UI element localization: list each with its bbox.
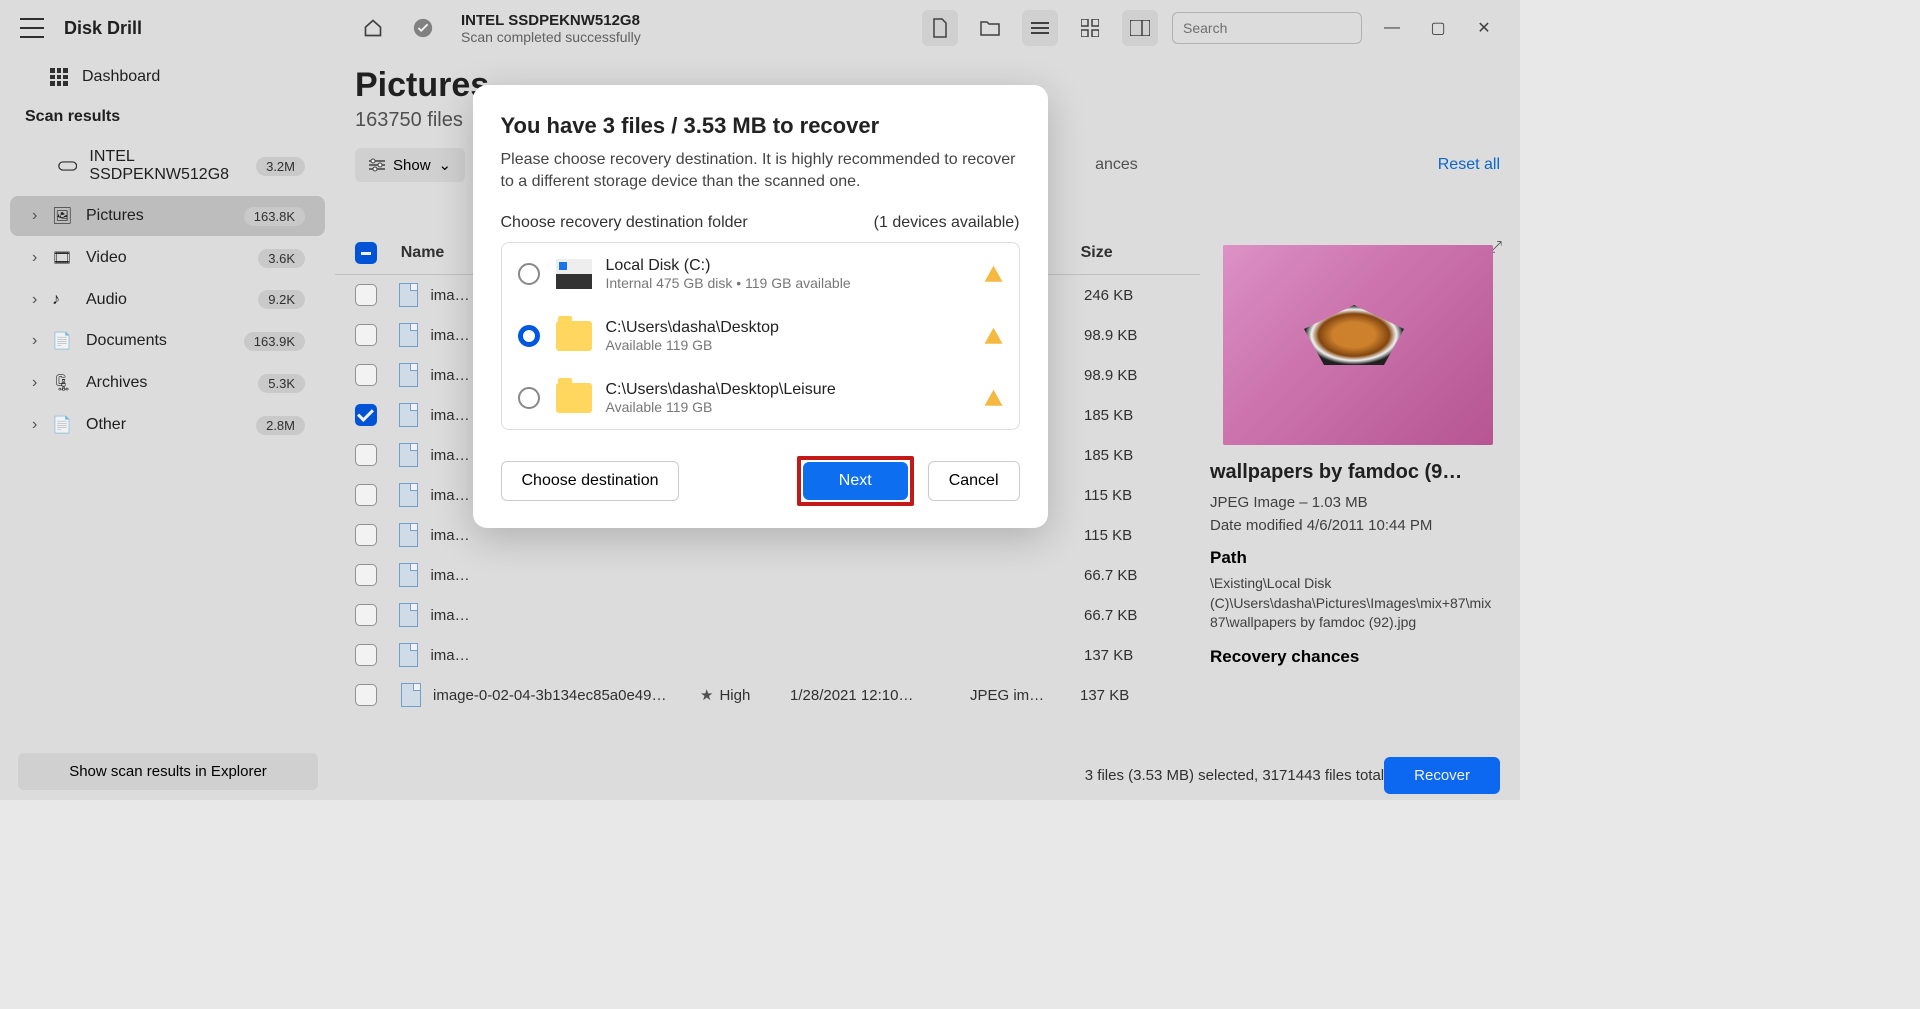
- dest-name: C:\Users\dasha\Desktop: [606, 319, 985, 337]
- folder-icon: [556, 383, 592, 413]
- modal-description: Please choose recovery destination. It i…: [501, 149, 1020, 194]
- radio-button[interactable]: [518, 387, 540, 409]
- radio-button[interactable]: [518, 325, 540, 347]
- modal-footer: Choose destination Next Cancel: [501, 456, 1020, 506]
- next-highlight: Next: [797, 456, 914, 506]
- choose-destination-button[interactable]: Choose destination: [501, 461, 680, 501]
- modal-subtitle-right: (1 devices available): [874, 214, 1020, 232]
- modal-title: You have 3 files / 3.53 MB to recover: [501, 113, 1020, 139]
- dest-detail: Available 119 GB: [606, 399, 985, 415]
- warning-icon: [985, 390, 1003, 406]
- dest-detail: Available 119 GB: [606, 337, 985, 353]
- folder-icon: [556, 321, 592, 351]
- radio-button[interactable]: [518, 263, 540, 285]
- recovery-destination-modal: You have 3 files / 3.53 MB to recover Pl…: [473, 85, 1048, 528]
- destination-list: Local Disk (C:) Internal 475 GB disk • 1…: [501, 242, 1020, 430]
- modal-backdrop: You have 3 files / 3.53 MB to recover Pl…: [0, 0, 1520, 800]
- destination-option[interactable]: C:\Users\dasha\Desktop Available 119 GB: [502, 305, 1019, 367]
- dest-name: Local Disk (C:): [606, 257, 985, 275]
- warning-icon: [985, 328, 1003, 344]
- modal-subtitle-left: Choose recovery destination folder: [501, 214, 748, 232]
- cancel-button[interactable]: Cancel: [928, 461, 1020, 501]
- dest-name: C:\Users\dasha\Desktop\Leisure: [606, 381, 985, 399]
- destination-option[interactable]: C:\Users\dasha\Desktop\Leisure Available…: [502, 367, 1019, 429]
- disk-icon: [556, 259, 592, 289]
- next-button[interactable]: Next: [803, 462, 908, 500]
- destination-option[interactable]: Local Disk (C:) Internal 475 GB disk • 1…: [502, 243, 1019, 305]
- warning-icon: [985, 266, 1003, 282]
- dest-detail: Internal 475 GB disk • 119 GB available: [606, 275, 985, 291]
